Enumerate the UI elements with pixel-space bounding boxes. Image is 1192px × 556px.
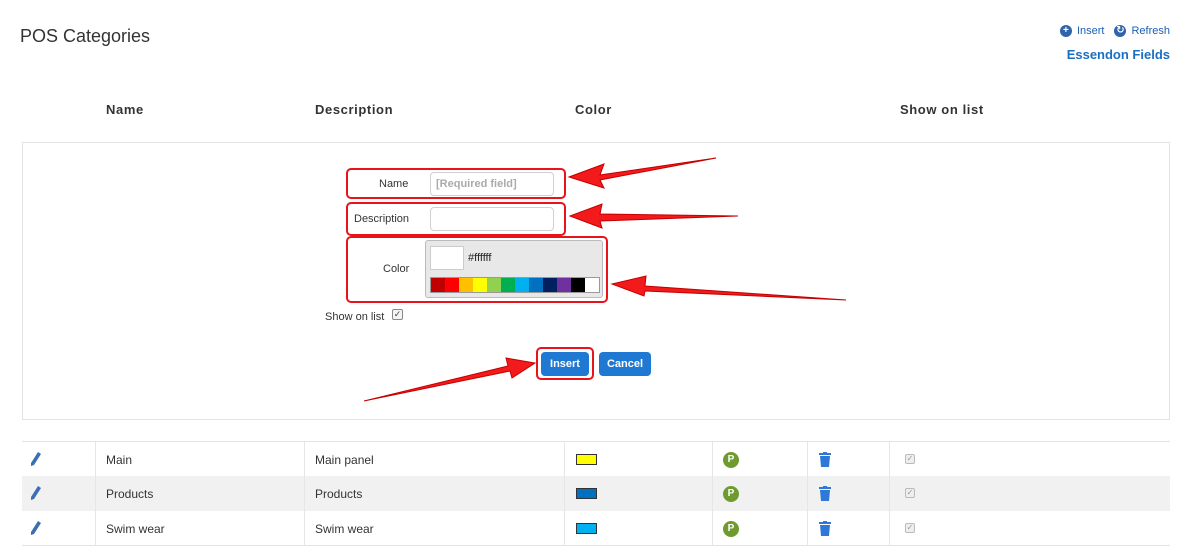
row-show-checkbox: ✓: [905, 454, 915, 464]
column-divider: [712, 476, 713, 511]
site-name-link[interactable]: Essendon Fields: [1067, 47, 1170, 62]
column-divider: [712, 442, 713, 477]
row-show-checkbox: ✓: [905, 488, 915, 498]
categories-table: Main Main panel P ✓ Products Products P: [22, 441, 1170, 546]
highlight-description-field: [346, 202, 566, 236]
row-color-chip: [576, 488, 597, 499]
refresh-icon: ↻: [1114, 25, 1127, 37]
delete-trash-icon[interactable]: [819, 521, 831, 536]
column-header-color[interactable]: Color: [575, 102, 612, 117]
column-header-name[interactable]: Name: [106, 102, 144, 117]
column-header-show-on-list[interactable]: Show on list: [900, 102, 984, 117]
column-header-description[interactable]: Description: [315, 102, 393, 117]
column-divider: [304, 511, 305, 546]
row-color-chip: [576, 454, 597, 465]
insert-link[interactable]: + Insert: [1059, 25, 1105, 37]
table-row[interactable]: Products Products P ✓: [22, 476, 1170, 511]
column-divider: [564, 511, 565, 546]
row-name: Main: [106, 453, 133, 467]
edit-pencil-icon[interactable]: [30, 520, 42, 536]
pos-categories-page: POS Categories + Insert ↻ Refresh Essend…: [0, 0, 1192, 556]
column-divider: [807, 476, 808, 511]
column-divider: [304, 442, 305, 477]
show-on-list-checkbox[interactable]: ✓: [392, 309, 403, 320]
column-divider: [712, 511, 713, 546]
column-divider: [95, 511, 96, 546]
cancel-button[interactable]: Cancel: [599, 352, 651, 376]
edit-pencil-icon[interactable]: [30, 485, 42, 501]
row-color-chip: [576, 523, 597, 534]
refresh-link-label: Refresh: [1131, 25, 1170, 37]
table-row[interactable]: Main Main panel P ✓: [22, 441, 1170, 477]
column-divider: [889, 442, 890, 477]
column-divider: [95, 442, 96, 477]
column-divider: [807, 511, 808, 546]
column-divider: [564, 476, 565, 511]
highlight-insert-button: [536, 347, 594, 380]
delete-trash-icon[interactable]: [819, 452, 831, 467]
delete-trash-icon[interactable]: [819, 486, 831, 501]
row-description: Main panel: [315, 453, 374, 467]
column-divider: [807, 442, 808, 477]
column-divider: [304, 476, 305, 511]
column-divider: [95, 476, 96, 511]
show-on-list-label: Show on list: [325, 311, 385, 323]
top-actions: + Insert ↻ Refresh: [1059, 25, 1170, 37]
pos-badge[interactable]: P: [723, 486, 739, 502]
pos-badge[interactable]: P: [723, 521, 739, 537]
highlight-name-field: [346, 168, 566, 199]
row-description: Swim wear: [315, 522, 374, 536]
table-row[interactable]: Swim wear Swim wear P ✓: [22, 511, 1170, 546]
plus-icon: +: [1059, 25, 1072, 37]
column-divider: [889, 476, 890, 511]
row-name: Swim wear: [106, 522, 165, 536]
row-description: Products: [315, 487, 363, 501]
pos-badge[interactable]: P: [723, 452, 739, 468]
column-divider: [889, 511, 890, 546]
insert-link-label: Insert: [1076, 25, 1105, 37]
row-name: Products: [106, 487, 154, 501]
column-divider: [564, 442, 565, 477]
row-show-checkbox: ✓: [905, 523, 915, 533]
page-title: POS Categories: [20, 26, 151, 46]
refresh-link[interactable]: ↻ Refresh: [1114, 25, 1170, 37]
highlight-color-field: [346, 236, 608, 303]
edit-pencil-icon[interactable]: [30, 451, 42, 467]
